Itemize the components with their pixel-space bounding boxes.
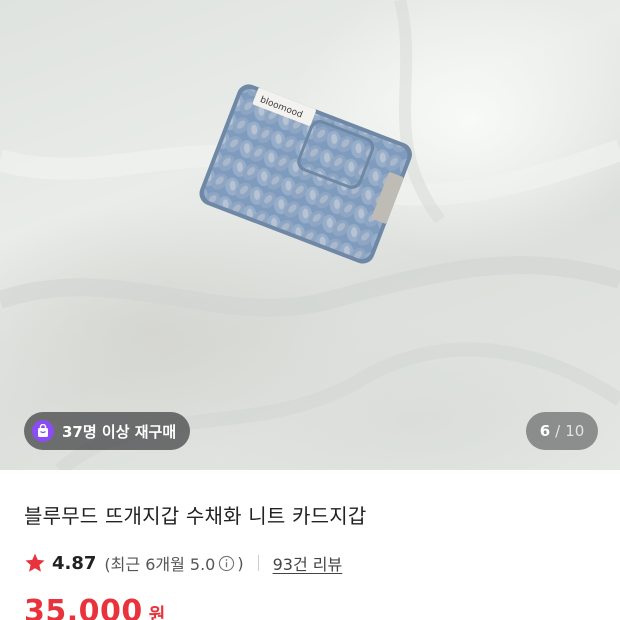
image-counter-current: 6	[539, 422, 551, 440]
image-counter-total: 10	[565, 422, 585, 440]
product-title: 블루무드 뜨개지갑 수채화 니트 카드지갑	[24, 504, 367, 528]
recent-rating-close: )	[237, 553, 244, 573]
recent-rating-label: (최근 6개월 5.0	[104, 555, 216, 574]
image-counter: 6 / 10	[526, 412, 598, 450]
price-row: 35,000 원	[24, 594, 165, 620]
wallet-illustration: bloomood	[199, 84, 412, 264]
info-icon[interactable]	[218, 555, 235, 572]
recent-rating: (최근 6개월 5.0 )	[104, 551, 243, 575]
shopping-bag-icon	[32, 420, 54, 442]
rating-score: 4.87	[52, 552, 97, 574]
price-amount: 35,000	[24, 594, 143, 620]
price-unit: 원	[148, 605, 166, 620]
star-icon	[25, 553, 45, 572]
rating-row: 4.87 (최근 6개월 5.0 ) 93건 리뷰	[24, 551, 342, 575]
review-count-link[interactable]: 93건 리뷰	[273, 551, 343, 575]
image-counter-separator: /	[555, 422, 561, 440]
product-photo: bloomood	[0, 0, 620, 470]
divider	[257, 555, 259, 571]
repurchase-badge: 37명 이상 재구매	[24, 412, 191, 450]
repurchase-badge-label: 37명 이상 재구매	[62, 422, 177, 441]
product-image-gallery[interactable]: bloomood 37명 이상 재구매 6 / 10	[0, 0, 620, 470]
